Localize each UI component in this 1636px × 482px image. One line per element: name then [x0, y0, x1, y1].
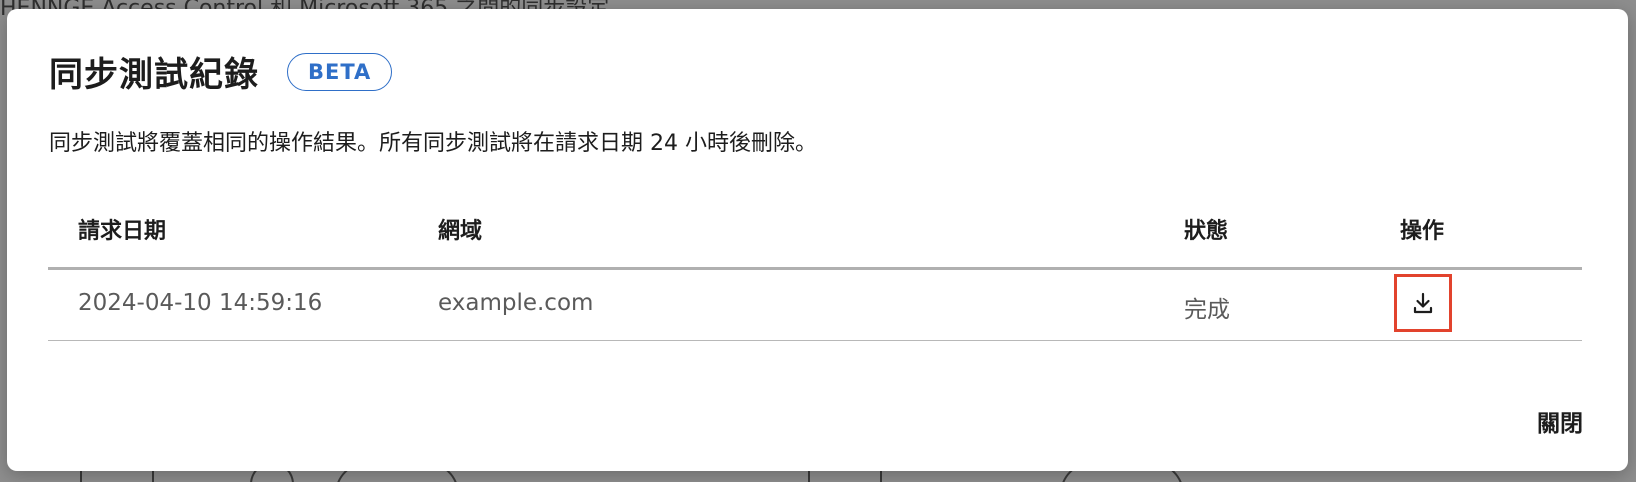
header-date: 請求日期 — [78, 219, 167, 244]
dialog-header: 同步測試紀錄 BETA — [49, 47, 393, 96]
close-button[interactable]: 關閉 — [1537, 404, 1583, 438]
cell-status: 完成 — [1184, 297, 1230, 323]
download-icon — [1413, 292, 1433, 314]
header-status: 狀態 — [1184, 219, 1229, 244]
table-row: 2024-04-10 14:59:16 example.com 完成 — [48, 270, 1582, 341]
dialog-title: 同步測試紀錄 — [49, 55, 259, 95]
dialog-description: 同步測試將覆蓋相同的操作結果。所有同步測試將在請求日期 24 小時後刪除。 — [49, 131, 817, 156]
download-button[interactable] — [1394, 274, 1452, 332]
sync-test-table: 請求日期 網域 狀態 操作 2024-04-10 14:59:16 exampl… — [48, 201, 1582, 341]
sync-test-log-dialog: 同步測試紀錄 BETA 同步測試將覆蓋相同的操作結果。所有同步測試將在請求日期 … — [7, 9, 1628, 471]
table-header: 請求日期 網域 狀態 操作 — [48, 201, 1582, 270]
header-action: 操作 — [1400, 219, 1445, 244]
cell-domain: example.com — [438, 290, 594, 316]
cell-date: 2024-04-10 14:59:16 — [78, 290, 323, 316]
beta-badge: BETA — [287, 52, 393, 91]
header-domain: 網域 — [438, 219, 483, 244]
